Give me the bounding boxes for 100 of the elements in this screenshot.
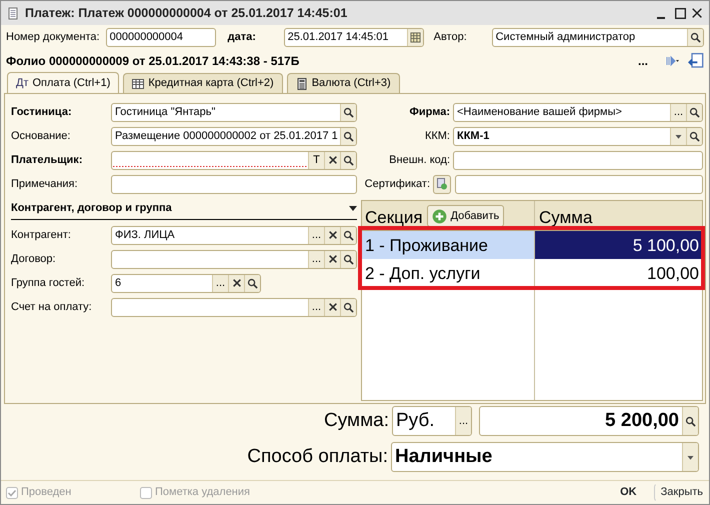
field-label: Договор: <box>11 252 57 267</box>
search-icon <box>343 154 354 166</box>
select-button[interactable]: ... <box>212 274 228 292</box>
search-button[interactable] <box>340 104 356 120</box>
text-field[interactable]: Размещение 000000000002 от 25.01.2017 1 <box>111 126 357 146</box>
text-field[interactable]: 000000000004 <box>106 28 216 47</box>
field-label: Группа гостей: <box>11 276 86 291</box>
field-label: Номер документа: <box>6 30 100 46</box>
search-icon <box>247 278 258 288</box>
field-label: Счет на оплату: <box>11 300 93 315</box>
date-field[interactable]: 25.01.2017 14:45:01 <box>284 28 424 47</box>
amount-field[interactable]: 5 200,00 <box>479 406 699 436</box>
field-label: Способ оплаты: <box>247 444 388 469</box>
clear-icon <box>328 302 338 312</box>
field-label: дата: <box>228 30 257 46</box>
clear-button[interactable] <box>324 250 340 268</box>
field-label: Основание: <box>11 128 72 144</box>
select-button[interactable]: ... <box>670 104 686 120</box>
text-field[interactable]: ... <box>111 298 357 316</box>
search-button[interactable] <box>682 407 698 435</box>
tab[interactable]: Кредитная карта (Ctrl+2) <box>123 73 283 93</box>
clear-button[interactable] <box>324 152 340 168</box>
ok-button[interactable]: OK <box>619 483 638 502</box>
folio-title: Фолио 000000000009 от 25.01.2017 14:43:38 - 517Б <box>6 53 300 70</box>
clear-button[interactable] <box>324 298 340 316</box>
search-button[interactable] <box>687 29 703 46</box>
checkbox-label: Пометка удаления <box>155 485 250 500</box>
dropdown-button[interactable] <box>682 443 698 471</box>
search-button[interactable] <box>340 298 356 316</box>
search-icon <box>689 130 700 142</box>
close-icon <box>692 8 703 18</box>
select-button[interactable]: ... <box>308 250 324 268</box>
text-field[interactable]: Системный администратор <box>492 28 704 47</box>
text-field[interactable]: Гостиница "Янтарь" <box>111 102 357 122</box>
dropdown-button[interactable] <box>670 128 686 144</box>
clear-button[interactable] <box>228 274 244 292</box>
field-label: Фирма: <box>408 104 451 120</box>
field-label: Сертификат: <box>364 176 431 192</box>
search-icon <box>343 130 354 142</box>
search-button[interactable] <box>340 128 356 144</box>
calculator-icon <box>296 78 308 90</box>
tab[interactable]: Дт Оплата (Ctrl+1) <box>7 72 120 93</box>
search-button[interactable] <box>340 152 356 168</box>
search-button[interactable] <box>340 226 356 244</box>
field-label: Внешн. код: <box>388 152 451 168</box>
field-label: Контрагент: <box>11 228 72 243</box>
more-button[interactable]: ... <box>638 52 648 70</box>
field-label: Автор: <box>434 30 468 46</box>
checkbox-label: Проведен <box>21 485 72 500</box>
table-cell[interactable]: 100,00 <box>535 259 702 287</box>
text-field[interactable]: 6 ... <box>111 274 261 292</box>
table-icon <box>132 78 144 90</box>
currency-field[interactable]: Руб. ... <box>392 406 472 436</box>
search-button[interactable] <box>686 104 702 120</box>
text-field[interactable]: T <box>111 150 357 170</box>
select-button[interactable]: ... <box>455 407 471 435</box>
column-header: Сумма <box>539 206 592 228</box>
text-field[interactable]: ККМ-1 <box>453 126 703 146</box>
search-icon <box>690 32 701 43</box>
field-label: Примечания: <box>11 176 79 192</box>
field-label: Гостиница: <box>11 104 73 120</box>
clear-icon <box>328 254 338 264</box>
search-button[interactable] <box>340 250 356 268</box>
window-title: Платеж: Платеж 000000000004 от 25.01.2017 14:45:01 <box>25 4 348 22</box>
search-button[interactable] <box>244 274 260 292</box>
section-title: Контрагент, договор и группа <box>11 201 172 216</box>
minimize-icon <box>657 17 665 19</box>
clear-icon <box>328 155 338 165</box>
text-field[interactable]: <Наименование вашей фирмы> ... <box>453 102 703 122</box>
payment-field[interactable]: Наличные <box>391 442 699 472</box>
exit-icon <box>688 53 704 69</box>
calendar-button[interactable] <box>406 29 423 46</box>
table-cell[interactable]: 5 100,00 <box>535 231 702 259</box>
text-field[interactable] <box>455 174 703 194</box>
search-button[interactable] <box>686 128 702 144</box>
text-field[interactable]: ФИЗ. ЛИЦА ... <box>111 226 357 244</box>
select-button[interactable]: ... <box>308 226 324 244</box>
certificate-button[interactable] <box>433 174 451 194</box>
select-button[interactable]: ... <box>308 298 324 316</box>
select-button[interactable]: T <box>308 152 324 168</box>
table-cell[interactable]: 1 - Проживание <box>362 231 535 259</box>
text-field[interactable]: ... <box>111 250 357 268</box>
search-icon <box>689 106 700 118</box>
forward-icon <box>666 55 680 67</box>
text-field[interactable] <box>453 150 703 170</box>
calendar-icon <box>410 32 421 43</box>
text-field[interactable] <box>111 174 357 194</box>
tab[interactable]: Валюта (Ctrl+3) <box>286 73 400 93</box>
document-add-icon <box>436 178 448 190</box>
field-label: Сумма: <box>324 408 389 433</box>
search-icon <box>343 302 354 312</box>
plus-icon <box>432 208 447 224</box>
column-header: Секция <box>365 206 423 228</box>
clear-icon <box>232 278 242 288</box>
close-button[interactable]: Закрыть <box>654 483 704 502</box>
maximize-icon <box>675 8 686 18</box>
table-cell[interactable]: 2 - Доп. услуги <box>362 259 535 287</box>
clear-button[interactable] <box>324 226 340 244</box>
add-button[interactable]: Добавить <box>426 205 504 227</box>
search-icon <box>685 416 696 426</box>
